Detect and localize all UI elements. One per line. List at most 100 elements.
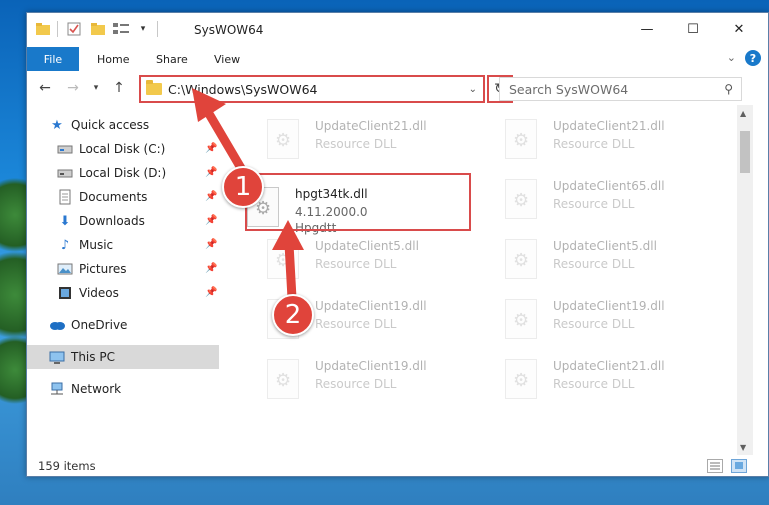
sidebar-item-videos[interactable]: Videos <box>57 281 119 305</box>
tab-home[interactable]: Home <box>97 47 129 71</box>
file-name: UpdateClient19.dll <box>553 299 665 313</box>
back-arrow-icon[interactable]: ← <box>35 78 55 98</box>
sidebar-item-label: OneDrive <box>71 318 128 332</box>
file-type: Resource DLL <box>553 197 635 211</box>
sidebar-item-label: Documents <box>79 190 148 204</box>
sidebar-item-quick-access[interactable]: ★ Quick access <box>49 113 149 137</box>
scroll-thumb[interactable] <box>740 131 750 173</box>
maximize-button[interactable]: ☐ <box>670 13 716 45</box>
step-badge-2: 2 <box>272 294 314 336</box>
file-name: UpdateClient19.dll <box>315 359 427 373</box>
sidebar-item-music[interactable]: ♪ Music <box>57 233 113 257</box>
sidebar-item-label: Quick access <box>71 118 150 132</box>
file-tile[interactable]: UpdateClient21.dll Resource DLL <box>485 351 705 403</box>
file-type: Resource DLL <box>315 317 397 331</box>
item-count: 159 items <box>38 459 96 473</box>
close-button[interactable]: ✕ <box>716 13 762 45</box>
file-type: Resource DLL <box>315 377 397 391</box>
sidebar-item-label: Local Disk (C:) <box>79 142 166 156</box>
search-icon[interactable]: ⚲ <box>724 82 733 96</box>
new-folder-icon[interactable] <box>89 20 107 38</box>
step-badge-1: 1 <box>222 166 264 208</box>
sidebar-item-onedrive[interactable]: OneDrive <box>49 313 127 337</box>
view-options-icon[interactable] <box>111 20 131 38</box>
tab-file[interactable]: File <box>27 47 79 71</box>
sidebar-item-label: This PC <box>71 350 115 364</box>
help-button[interactable]: ? <box>745 50 761 66</box>
pin-icon[interactable]: 📌 <box>205 167 217 178</box>
window-title: SysWOW64 <box>194 23 264 37</box>
sidebar-item-documents[interactable]: Documents <box>57 185 147 209</box>
file-type: Resource DLL <box>315 257 397 271</box>
tab-view[interactable]: View <box>214 47 240 71</box>
sidebar-item-downloads[interactable]: ⬇ Downloads <box>57 209 145 233</box>
file-name: UpdateClient5.dll <box>315 239 419 253</box>
dll-file-icon <box>267 359 299 399</box>
music-icon: ♪ <box>60 237 70 253</box>
pin-icon[interactable]: 📌 <box>205 143 217 154</box>
explorer-window: ▾ SysWOW64 — ☐ ✕ File Home Share View ⌄ … <box>26 12 769 477</box>
ribbon-tabs: File Home Share View ⌄ ? <box>27 47 768 71</box>
title-bar: ▾ SysWOW64 — ☐ ✕ <box>27 13 768 47</box>
file-tile[interactable]: UpdateClient19.dll Resource DLL <box>485 291 705 343</box>
forward-arrow-icon[interactable]: → <box>63 78 83 98</box>
cloud-icon <box>49 317 65 333</box>
vertical-scrollbar[interactable]: ▲ ▼ <box>737 105 753 457</box>
address-path[interactable]: C:\Windows\SysWOW64 <box>168 82 469 97</box>
address-bar[interactable]: C:\Windows\SysWOW64 ⌄ <box>139 75 485 103</box>
file-name: UpdateClient21.dll <box>553 119 665 133</box>
dll-file-icon <box>267 119 299 159</box>
sidebar-item-label: Downloads <box>79 214 145 228</box>
download-icon: ⬇ <box>59 213 71 229</box>
documents-icon <box>57 189 73 205</box>
pin-icon[interactable]: 📌 <box>205 239 217 250</box>
dll-file-icon <box>505 299 537 339</box>
file-tile[interactable]: UpdateClient21.dll Resource DLL <box>247 111 467 163</box>
search-placeholder: Search SysWOW64 <box>509 81 629 97</box>
sidebar-item-local-disk-d[interactable]: Local Disk (D:) <box>57 161 166 185</box>
navigation-bar: ← → ▾ ↑ C:\Windows\SysWOW64 ⌄ ↻ Search S… <box>27 73 768 103</box>
up-arrow-icon[interactable]: ↑ <box>109 78 129 98</box>
status-bar: 159 items <box>27 455 768 476</box>
address-dropdown-icon[interactable]: ⌄ <box>469 84 477 95</box>
network-icon <box>49 381 65 397</box>
file-name: UpdateClient65.dll <box>553 179 665 193</box>
search-input[interactable]: Search SysWOW64 ⚲ <box>499 77 742 101</box>
file-type: Resource DLL <box>553 377 635 391</box>
sidebar-item-network[interactable]: Network <box>49 377 121 401</box>
sidebar-item-label: Local Disk (D:) <box>79 166 167 180</box>
file-tile[interactable]: UpdateClient5.dll Resource DLL <box>485 231 705 283</box>
dll-file-icon <box>505 179 537 219</box>
target-file-highlight <box>245 173 471 231</box>
folder-icon <box>146 80 162 95</box>
file-tile[interactable]: UpdateClient21.dll Resource DLL <box>485 111 705 163</box>
properties-icon[interactable] <box>65 20 83 38</box>
pin-icon[interactable]: 📌 <box>205 263 217 274</box>
scroll-down-icon[interactable]: ▼ <box>740 443 746 452</box>
details-view-icon[interactable] <box>707 459 723 473</box>
minimize-button[interactable]: — <box>624 13 670 45</box>
file-tile[interactable]: UpdateClient65.dll Resource DLL <box>485 171 705 223</box>
pin-icon[interactable]: 📌 <box>205 191 217 202</box>
sidebar-item-local-disk-c[interactable]: Local Disk (C:) <box>57 137 165 161</box>
dll-file-icon <box>505 239 537 279</box>
file-name: UpdateClient21.dll <box>315 119 427 133</box>
expand-ribbon-icon[interactable]: ⌄ <box>727 51 736 64</box>
pin-icon[interactable]: 📌 <box>205 215 217 226</box>
file-tile[interactable]: UpdateClient5.dll Resource DLL <box>247 231 467 283</box>
pin-icon[interactable]: 📌 <box>205 287 217 298</box>
tab-share[interactable]: Share <box>156 47 188 71</box>
sidebar-item-pictures[interactable]: Pictures <box>57 257 127 281</box>
file-name: UpdateClient5.dll <box>553 239 657 253</box>
drive-icon <box>57 141 73 157</box>
folder-icon <box>35 20 51 38</box>
scroll-up-icon[interactable]: ▲ <box>740 109 746 118</box>
sidebar-item-this-pc[interactable]: This PC <box>49 345 115 369</box>
customize-toolbar-icon[interactable]: ▾ <box>137 20 149 38</box>
file-tile[interactable]: UpdateClient19.dll Resource DLL <box>247 351 467 403</box>
large-icons-view-icon[interactable] <box>731 459 747 473</box>
navigation-pane: ★ Quick access Local Disk (C:) 📌 Local D… <box>27 109 219 453</box>
recent-locations-icon[interactable]: ▾ <box>89 78 103 98</box>
sidebar-item-label: Network <box>71 382 122 396</box>
file-name: UpdateClient21.dll <box>553 359 665 373</box>
